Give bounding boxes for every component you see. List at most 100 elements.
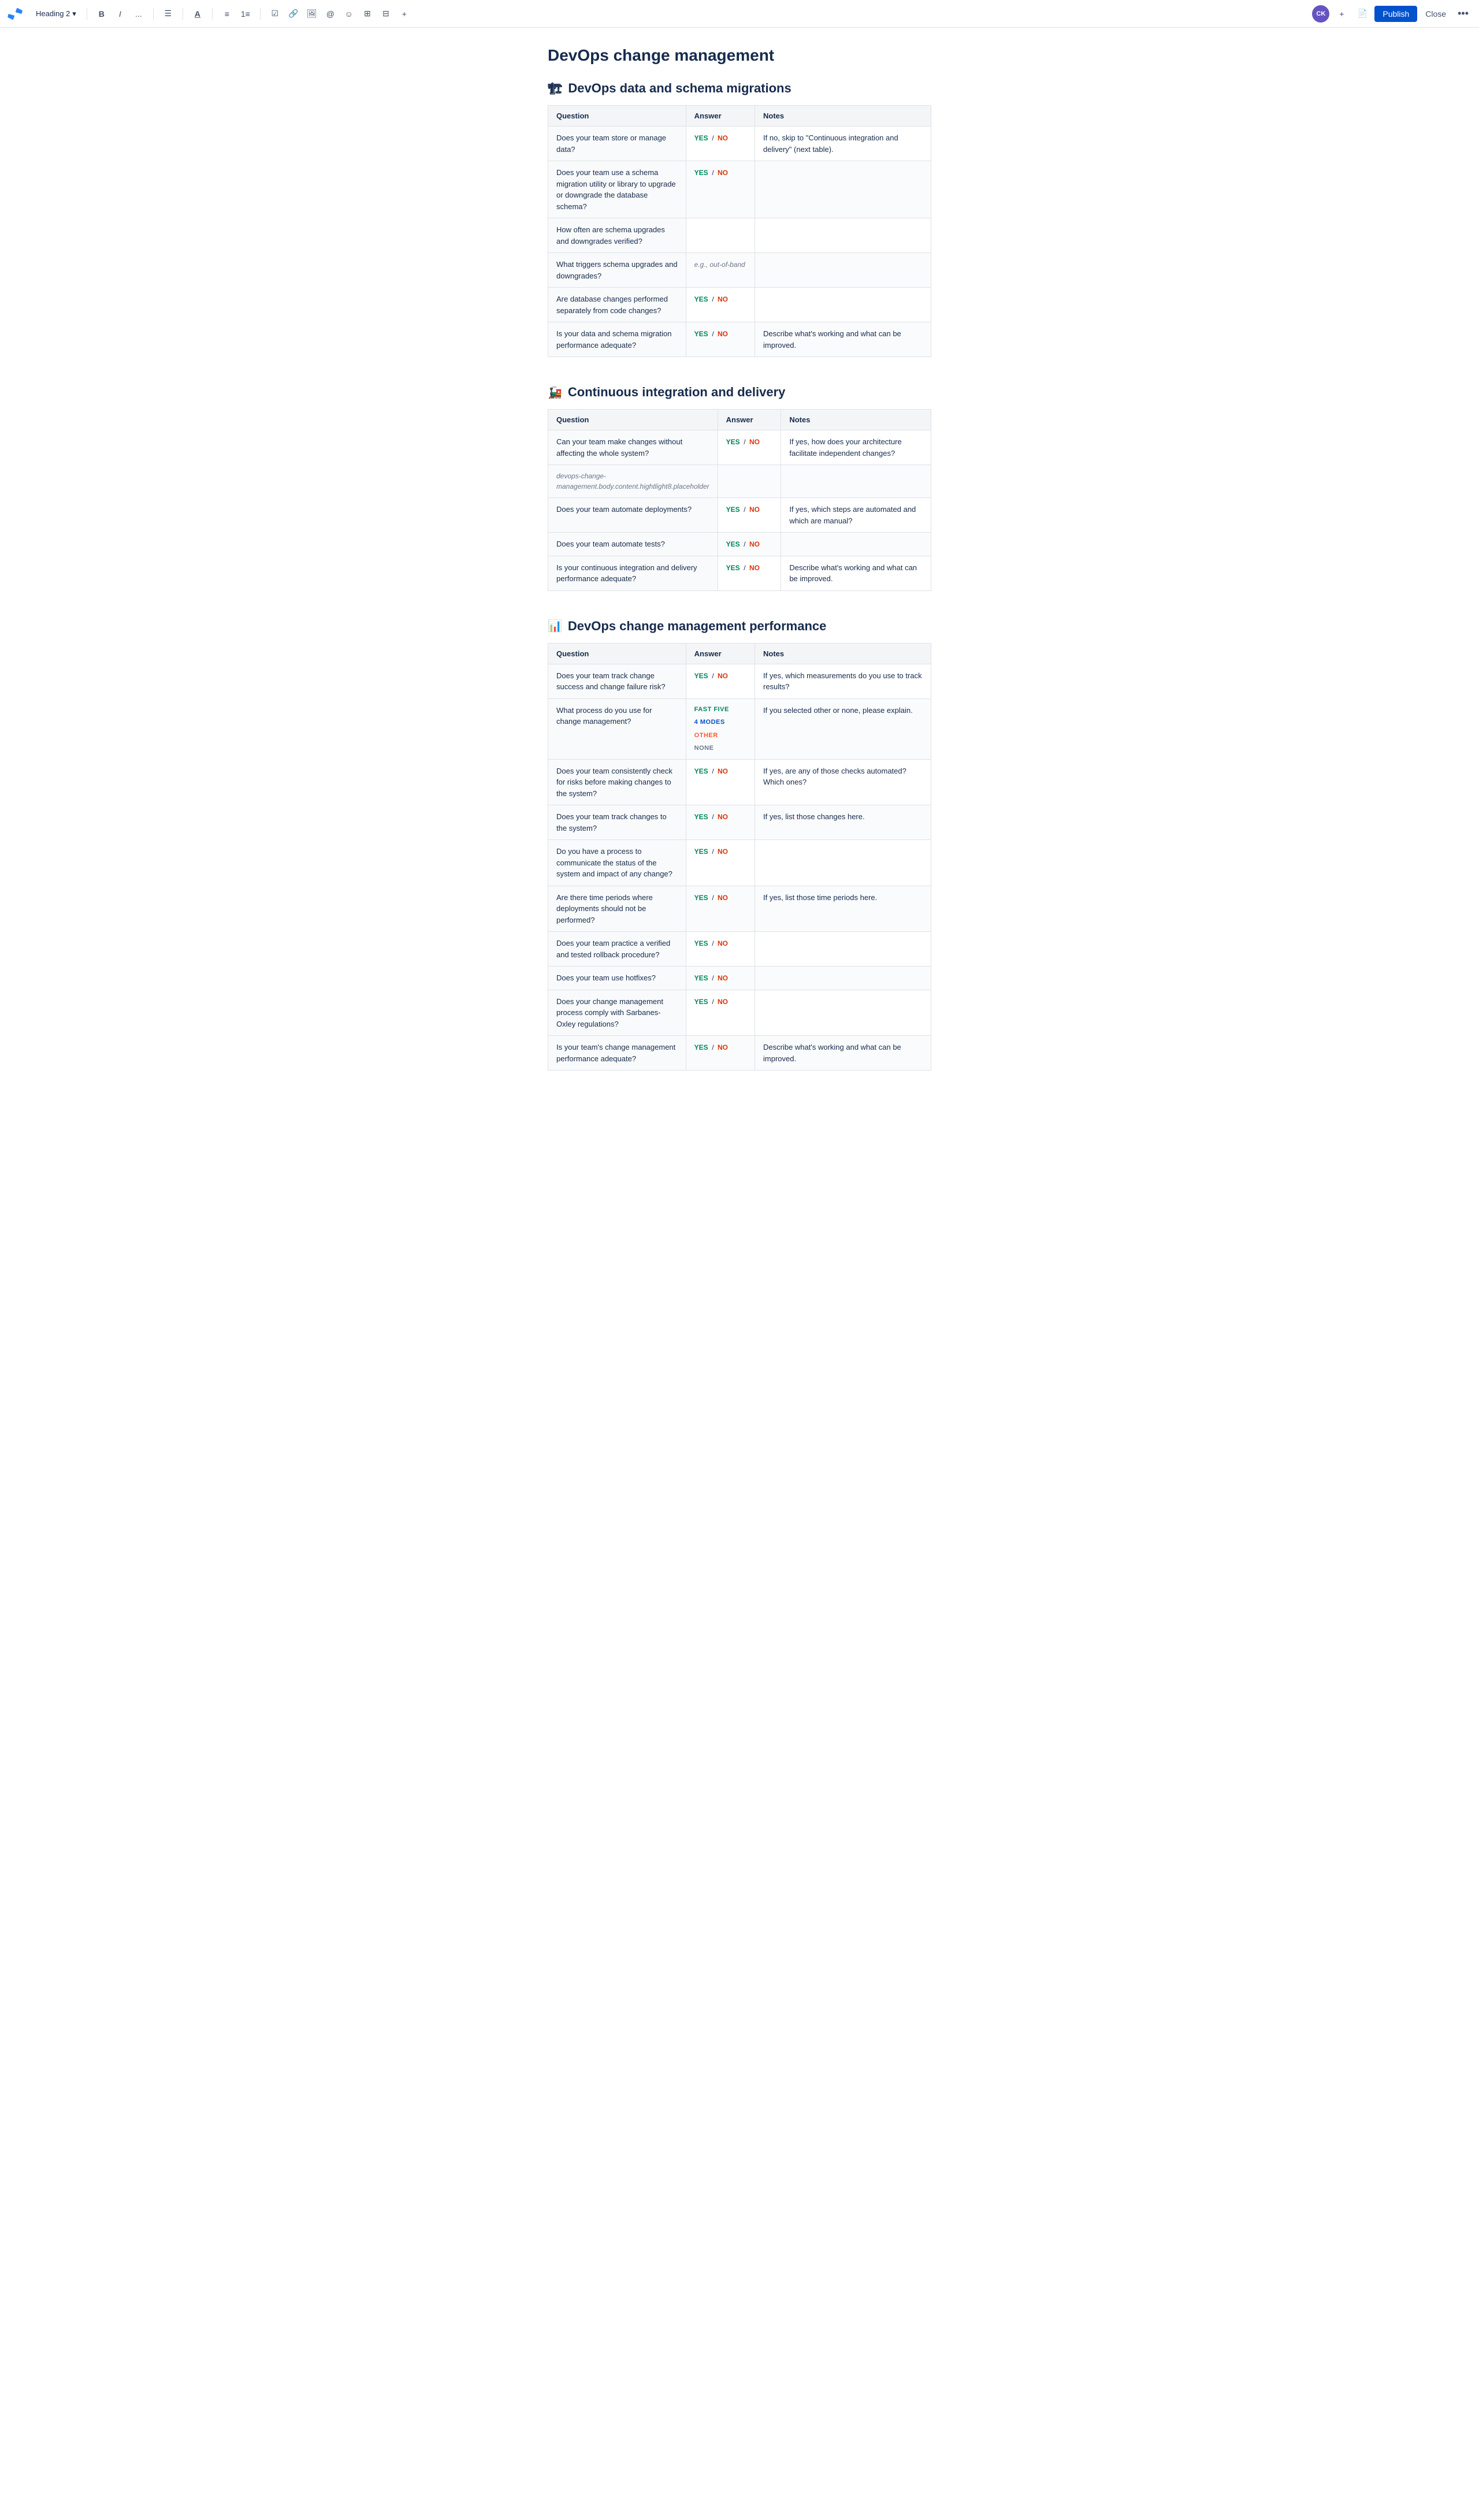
task-button[interactable]: ☑: [266, 5, 284, 23]
image-button[interactable]: 🖼: [303, 5, 321, 23]
table-row: How often are schema upgrades and downgr…: [548, 218, 931, 253]
heading-style-label: Heading 2: [36, 9, 70, 18]
more-insert-button[interactable]: +: [396, 5, 413, 23]
mention-icon: @: [326, 9, 335, 18]
cell-question: Does your team practice a verified and t…: [548, 932, 686, 967]
table-row: What triggers schema upgrades and downgr…: [548, 253, 931, 288]
italic-button[interactable]: I: [112, 5, 129, 23]
insert-group: ☑ 🔗 🖼 @ ☺ ⊞ ⊟ +: [266, 5, 413, 23]
table-row: Are database changes performed separatel…: [548, 288, 931, 322]
table-row: Does your team automate tests? YES / NO: [548, 533, 931, 556]
page-title: DevOps change management: [548, 46, 931, 65]
close-button[interactable]: Close: [1421, 6, 1451, 22]
table-header-row: Question Answer Notes: [548, 643, 931, 664]
construction-icon: 🏗: [548, 81, 562, 96]
text-color-button[interactable]: A: [189, 5, 206, 23]
cell-question: Does your team store or manage data?: [548, 127, 686, 161]
col-header-question: Question: [548, 410, 718, 430]
table-row: Does your team use a schema migration ut…: [548, 161, 931, 218]
more-format-button[interactable]: ...: [130, 5, 147, 23]
table-row: Does your change management process comp…: [548, 990, 931, 1036]
ellipsis-icon: •••: [1458, 8, 1469, 19]
cell-question: Is your team's change management perform…: [548, 1036, 686, 1071]
cell-answer: YES / NO: [686, 1036, 755, 1071]
cell-answer: YES / NO: [686, 127, 755, 161]
tag-fast-five: FAST FIVE: [694, 705, 746, 715]
ordered-list-button[interactable]: 1≡: [237, 5, 254, 23]
table-row: devops-change-management.body.content.hi…: [548, 465, 931, 498]
no-label: NO: [718, 998, 728, 1006]
answer-separator: /: [712, 813, 716, 821]
cell-notes: If yes, are any of those checks automate…: [755, 759, 931, 805]
bullet-list-button[interactable]: ≡: [218, 5, 236, 23]
page-content: DevOps change management 🏗 DevOps data a…: [520, 28, 959, 1144]
col-header-question: Question: [548, 106, 686, 127]
chart-icon: 📊: [548, 619, 562, 633]
yes-label: YES: [694, 939, 708, 947]
template-icon: 📄: [1358, 9, 1367, 18]
layout-button[interactable]: ⊟: [377, 5, 395, 23]
no-label: NO: [718, 134, 728, 142]
no-label: NO: [718, 894, 728, 902]
cell-question: Is your data and schema migration perfor…: [548, 322, 686, 357]
answer-separator: /: [712, 295, 716, 303]
cell-notes: If yes, how does your architecture facil…: [781, 430, 931, 465]
emoji-button[interactable]: ☺: [340, 5, 358, 23]
no-label: NO: [718, 813, 728, 821]
list-group: ≡ 1≡: [218, 5, 254, 23]
cell-question: Is your continuous integration and deliv…: [548, 556, 718, 590]
answer-separator: /: [712, 134, 716, 142]
no-label: NO: [718, 848, 728, 856]
cell-notes: [781, 465, 931, 498]
cell-answer: [686, 218, 755, 253]
section-heading-3: 📊 DevOps change management performance: [548, 619, 931, 634]
table-button[interactable]: ⊞: [359, 5, 376, 23]
cell-answer: YES / NO: [686, 805, 755, 840]
add-collaborator-button[interactable]: +: [1333, 5, 1350, 23]
templates-button[interactable]: 📄: [1354, 5, 1371, 23]
cell-notes: Describe what's working and what can be …: [755, 1036, 931, 1071]
table-header-row: Question Answer Notes: [548, 106, 931, 127]
yes-label: YES: [694, 295, 708, 303]
table-change-mgmt: Question Answer Notes Does your team tra…: [548, 643, 931, 1071]
cell-answer: YES / NO: [718, 533, 781, 556]
answer-separator: /: [712, 894, 716, 902]
answer-separator: /: [712, 1043, 716, 1051]
answer-separator: /: [712, 974, 716, 982]
table-row: Does your team track change success and …: [548, 664, 931, 698]
tag-4-modes: 4 MODES: [694, 718, 746, 727]
col-header-notes: Notes: [755, 643, 931, 664]
cell-question: Does your team use a schema migration ut…: [548, 161, 686, 218]
heading-style-select[interactable]: Heading 2 ▾: [31, 7, 81, 21]
confluence-logo-icon[interactable]: [7, 6, 23, 22]
no-label: NO: [749, 438, 760, 446]
link-button[interactable]: 🔗: [285, 5, 302, 23]
no-label: NO: [718, 330, 728, 338]
section-change-mgmt-performance: 📊 DevOps change management performance Q…: [548, 619, 931, 1071]
image-icon: 🖼: [307, 9, 317, 18]
yes-label: YES: [694, 848, 708, 856]
avatar[interactable]: CK: [1312, 5, 1329, 23]
cell-notes: If no, skip to "Continuous integration a…: [755, 127, 931, 161]
no-label: NO: [718, 169, 728, 177]
bold-button[interactable]: B: [93, 5, 110, 23]
publish-button[interactable]: Publish: [1374, 6, 1417, 22]
align-button[interactable]: ☰: [159, 5, 177, 23]
toolbar-divider-2: [153, 8, 154, 20]
answer-separator: /: [744, 564, 748, 572]
cell-answer: YES / NO: [686, 288, 755, 322]
avatar-initials: CK: [1316, 10, 1325, 17]
cell-notes: [755, 161, 931, 218]
cell-answer: YES / NO: [718, 498, 781, 533]
answer-separator: /: [712, 672, 716, 680]
layout-icon: ⊟: [382, 9, 389, 18]
yes-label: YES: [694, 998, 708, 1006]
more-options-button[interactable]: •••: [1454, 5, 1472, 22]
tag-other: OTHER: [694, 731, 746, 741]
answer-separator: /: [712, 848, 716, 856]
cell-notes: [755, 218, 931, 253]
mention-button[interactable]: @: [322, 5, 339, 23]
table-row: Does your team track changes to the syst…: [548, 805, 931, 840]
cell-answer: YES / NO: [686, 759, 755, 805]
cell-answer: YES / NO: [686, 840, 755, 886]
